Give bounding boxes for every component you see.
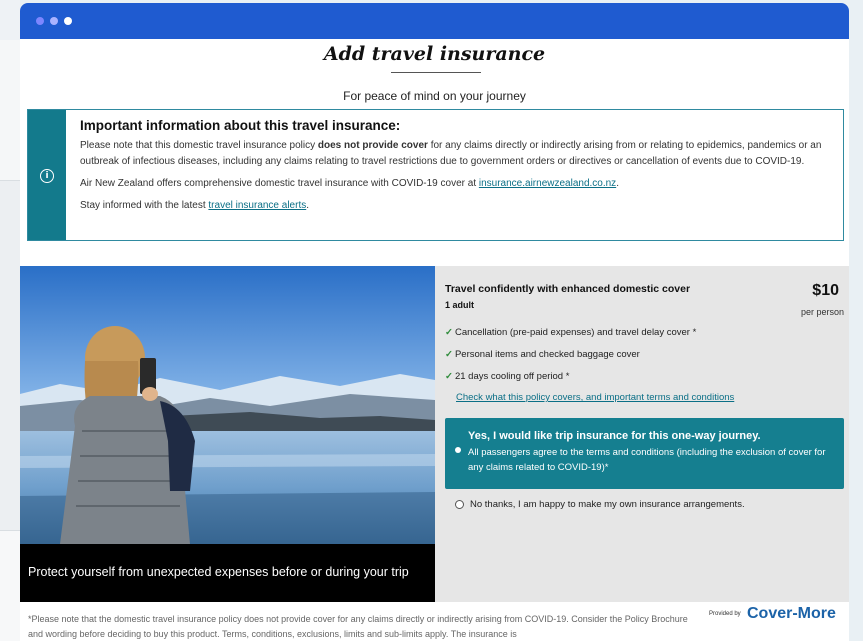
decline-insurance-option[interactable]: No thanks, I am happy to make my own ins…: [455, 499, 745, 510]
accept-option-title: Yes, I would like trip insurance for thi…: [468, 430, 761, 442]
info-paragraph-covid: Please note that this domestic travel in…: [80, 138, 840, 170]
accept-option-terms: All passengers agree to the terms and co…: [468, 447, 826, 473]
page-title: Add travel insurance: [323, 43, 546, 65]
offer-title: Travel confidently with enhanced domesti…: [445, 283, 691, 295]
cover-more-logo: Cover-More: [747, 605, 836, 622]
photo-caption: Protect yourself from unexpected expense…: [28, 565, 409, 579]
list-item: ✓ 21 days cooling off period *: [445, 370, 696, 392]
traveller-photo: [20, 266, 435, 544]
info-text: .: [306, 200, 310, 211]
window-dot-icon[interactable]: [50, 17, 58, 25]
policy-terms-link[interactable]: Check what this policy covers, and impor…: [456, 392, 734, 403]
checkmark-icon: ✓: [445, 349, 453, 360]
info-sidebar: i: [28, 110, 66, 240]
checkmark-icon: ✓: [445, 327, 453, 338]
price-unit: per person: [800, 307, 844, 317]
disclaimer-footnote: *Please note that the domestic travel in…: [28, 614, 688, 639]
feature-label: Cancellation (pre-paid expenses) and tra…: [454, 327, 697, 338]
radio-selected-icon[interactable]: [455, 447, 461, 453]
feature-label: 21 days cooling off period *: [454, 371, 570, 382]
info-text: .: [616, 178, 619, 189]
insurance-footer: *Please note that the domestic travel in…: [20, 602, 849, 641]
page-subtitle: For peace of mind on your journey: [343, 89, 526, 103]
feature-label: Personal items and checked baggage cover: [454, 349, 640, 360]
window-dot-icon[interactable]: [36, 17, 44, 25]
checkmark-icon: ✓: [445, 371, 453, 382]
decline-option-label: No thanks, I am happy to make my own ins…: [470, 499, 745, 510]
accept-insurance-option[interactable]: Yes, I would like trip insurance for thi…: [445, 418, 844, 489]
price: $10: [812, 282, 839, 299]
insurance-site-link[interactable]: insurance.airnewzealand.co.nz: [479, 178, 616, 189]
info-text: Please note that this domestic travel in…: [80, 140, 318, 151]
important-info-panel: i Important information about this trave…: [27, 109, 844, 241]
info-bold-text: does not provide cover: [317, 140, 428, 151]
info-content: Important information about this travel …: [66, 110, 840, 240]
divider: [0, 530, 20, 531]
info-icon: i: [40, 169, 54, 183]
window-dot-icon[interactable]: [64, 17, 72, 25]
provided-by-label: Provided by: [709, 611, 741, 617]
travel-alerts-link[interactable]: travel insurance alerts: [208, 200, 306, 211]
feature-list: ✓ Cancellation (pre-paid expenses) and tr…: [445, 326, 696, 392]
window-titlebar: [20, 3, 849, 39]
list-item: ✓ Cancellation (pre-paid expenses) and tr…: [445, 326, 696, 348]
radio-unselected-icon[interactable]: [455, 500, 464, 509]
passenger-count: 1 adult: [445, 300, 475, 310]
photo-caption-bar: Protect yourself from unexpected expense…: [20, 544, 435, 602]
info-title: Important information about this travel …: [80, 118, 401, 133]
list-item: ✓ Personal items and checked baggage cove…: [445, 348, 696, 370]
offer-details: Travel confidently with enhanced domesti…: [445, 266, 849, 602]
title-underline: [391, 72, 481, 73]
background-page-edge: [0, 0, 20, 641]
info-text: Stay informed with the latest: [80, 200, 209, 211]
window-controls: [36, 17, 72, 25]
insurance-product-card: Protect yourself from unexpected expense…: [20, 266, 849, 602]
divider: [0, 180, 20, 181]
lake-photo-image: [20, 266, 435, 544]
info-paragraph-alerts: Stay informed with the latest travel ins…: [80, 198, 840, 214]
travel-insurance-modal: Add travel insurance For peace of mind o…: [20, 3, 849, 641]
info-text: Air New Zealand offers comprehensive dom…: [80, 178, 479, 189]
info-paragraph-comprehensive: Air New Zealand offers comprehensive dom…: [80, 176, 840, 192]
